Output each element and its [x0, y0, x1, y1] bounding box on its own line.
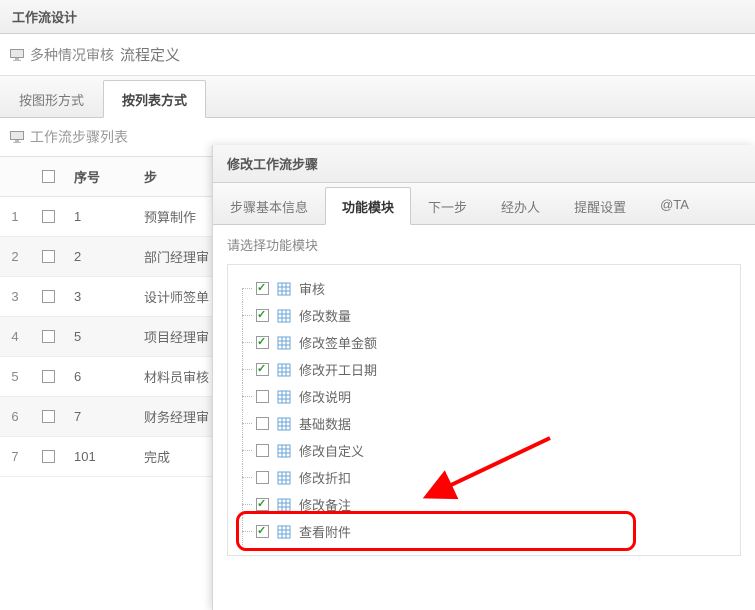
grid-icon: [277, 390, 291, 404]
panel-tab[interactable]: 步骤基本信息: [213, 187, 325, 224]
row-checkbox[interactable]: [42, 210, 55, 223]
main-tab-bar: 按图形方式 按列表方式: [0, 76, 755, 118]
row-checkbox[interactable]: [42, 250, 55, 263]
module-item[interactable]: 修改折扣: [242, 464, 726, 491]
grid-icon: [277, 336, 291, 350]
module-item[interactable]: 基础数据: [242, 410, 726, 437]
panel-tab[interactable]: 下一步: [411, 187, 484, 224]
row-checkbox[interactable]: [42, 330, 55, 343]
panel-tab[interactable]: 提醒设置: [557, 187, 643, 224]
module-checkbox[interactable]: [256, 309, 269, 322]
module-label: 修改签单金额: [299, 333, 377, 352]
breadcrumb-part2: 流程定义: [120, 44, 180, 65]
row-checkbox[interactable]: [42, 410, 55, 423]
module-checkbox[interactable]: [256, 471, 269, 484]
col-checkbox: [30, 157, 66, 196]
row-num: 6: [66, 357, 136, 396]
panel-sub-label: 请选择功能模块: [213, 225, 755, 264]
module-item[interactable]: 修改备注: [242, 491, 726, 518]
grid-icon: [277, 444, 291, 458]
row-num: 2: [66, 237, 136, 276]
module-item[interactable]: 审核: [242, 275, 726, 302]
row-num: 1: [66, 197, 136, 236]
row-index: 6: [0, 397, 30, 436]
grid-icon: [277, 471, 291, 485]
monitor-icon: [10, 49, 24, 61]
grid-icon: [277, 309, 291, 323]
module-label: 审核: [299, 279, 325, 298]
row-checkbox[interactable]: [42, 290, 55, 303]
col-index: [0, 157, 30, 196]
module-item[interactable]: 修改自定义: [242, 437, 726, 464]
grid-icon: [277, 498, 291, 512]
panel-tab-bar: 步骤基本信息功能模块下一步经办人提醒设置@TA: [213, 183, 755, 225]
grid-icon: [277, 282, 291, 296]
module-label: 修改说明: [299, 387, 351, 406]
module-checkbox[interactable]: [256, 498, 269, 511]
row-index: 3: [0, 277, 30, 316]
page-header: 工作流设计: [0, 0, 755, 34]
breadcrumb: 多种情况审核 流程定义: [0, 34, 755, 76]
module-item[interactable]: 修改签单金额: [242, 329, 726, 356]
tab-graph-mode[interactable]: 按图形方式: [0, 80, 103, 117]
module-checkbox[interactable]: [256, 417, 269, 430]
row-checkbox[interactable]: [42, 450, 55, 463]
panel-title: 修改工作流步骤: [213, 145, 755, 183]
row-num: 7: [66, 397, 136, 436]
module-item[interactable]: 修改数量: [242, 302, 726, 329]
module-label: 修改数量: [299, 306, 351, 325]
page-title: 工作流设计: [12, 10, 77, 25]
module-label: 修改折扣: [299, 468, 351, 487]
module-item[interactable]: 查看附件: [242, 518, 726, 545]
module-checkbox[interactable]: [256, 363, 269, 376]
row-index: 1: [0, 197, 30, 236]
row-num: 5: [66, 317, 136, 356]
grid-icon: [277, 363, 291, 377]
module-checkbox[interactable]: [256, 525, 269, 538]
row-index: 2: [0, 237, 30, 276]
module-checkbox[interactable]: [256, 336, 269, 349]
panel-tab[interactable]: 经办人: [484, 187, 557, 224]
select-all-checkbox[interactable]: [42, 170, 55, 183]
row-index: 5: [0, 357, 30, 396]
list-title-text: 工作流步骤列表: [30, 127, 128, 147]
module-item[interactable]: 修改开工日期: [242, 356, 726, 383]
module-checkbox[interactable]: [256, 444, 269, 457]
row-num: 3: [66, 277, 136, 316]
row-index: 7: [0, 437, 30, 476]
breadcrumb-part1: 多种情况审核: [30, 45, 114, 65]
module-label: 查看附件: [299, 522, 351, 541]
grid-icon: [277, 417, 291, 431]
edit-step-panel: 修改工作流步骤 步骤基本信息功能模块下一步经办人提醒设置@TA 请选择功能模块 …: [212, 145, 755, 610]
tab-list-mode[interactable]: 按列表方式: [103, 80, 206, 118]
module-label: 修改自定义: [299, 441, 364, 460]
module-checkbox[interactable]: [256, 282, 269, 295]
grid-icon: [277, 525, 291, 539]
module-label: 基础数据: [299, 414, 351, 433]
monitor-icon: [10, 131, 24, 143]
module-checkbox[interactable]: [256, 390, 269, 403]
row-checkbox[interactable]: [42, 370, 55, 383]
col-num: 序号: [66, 157, 136, 196]
panel-tab[interactable]: @TA: [643, 187, 706, 224]
row-num: 101: [66, 437, 136, 476]
row-index: 4: [0, 317, 30, 356]
module-label: 修改开工日期: [299, 360, 377, 379]
module-tree: 审核修改数量修改签单金额修改开工日期修改说明基础数据修改自定义修改折扣修改备注查…: [227, 264, 741, 556]
module-label: 修改备注: [299, 495, 351, 514]
module-item[interactable]: 修改说明: [242, 383, 726, 410]
panel-tab[interactable]: 功能模块: [325, 187, 411, 225]
